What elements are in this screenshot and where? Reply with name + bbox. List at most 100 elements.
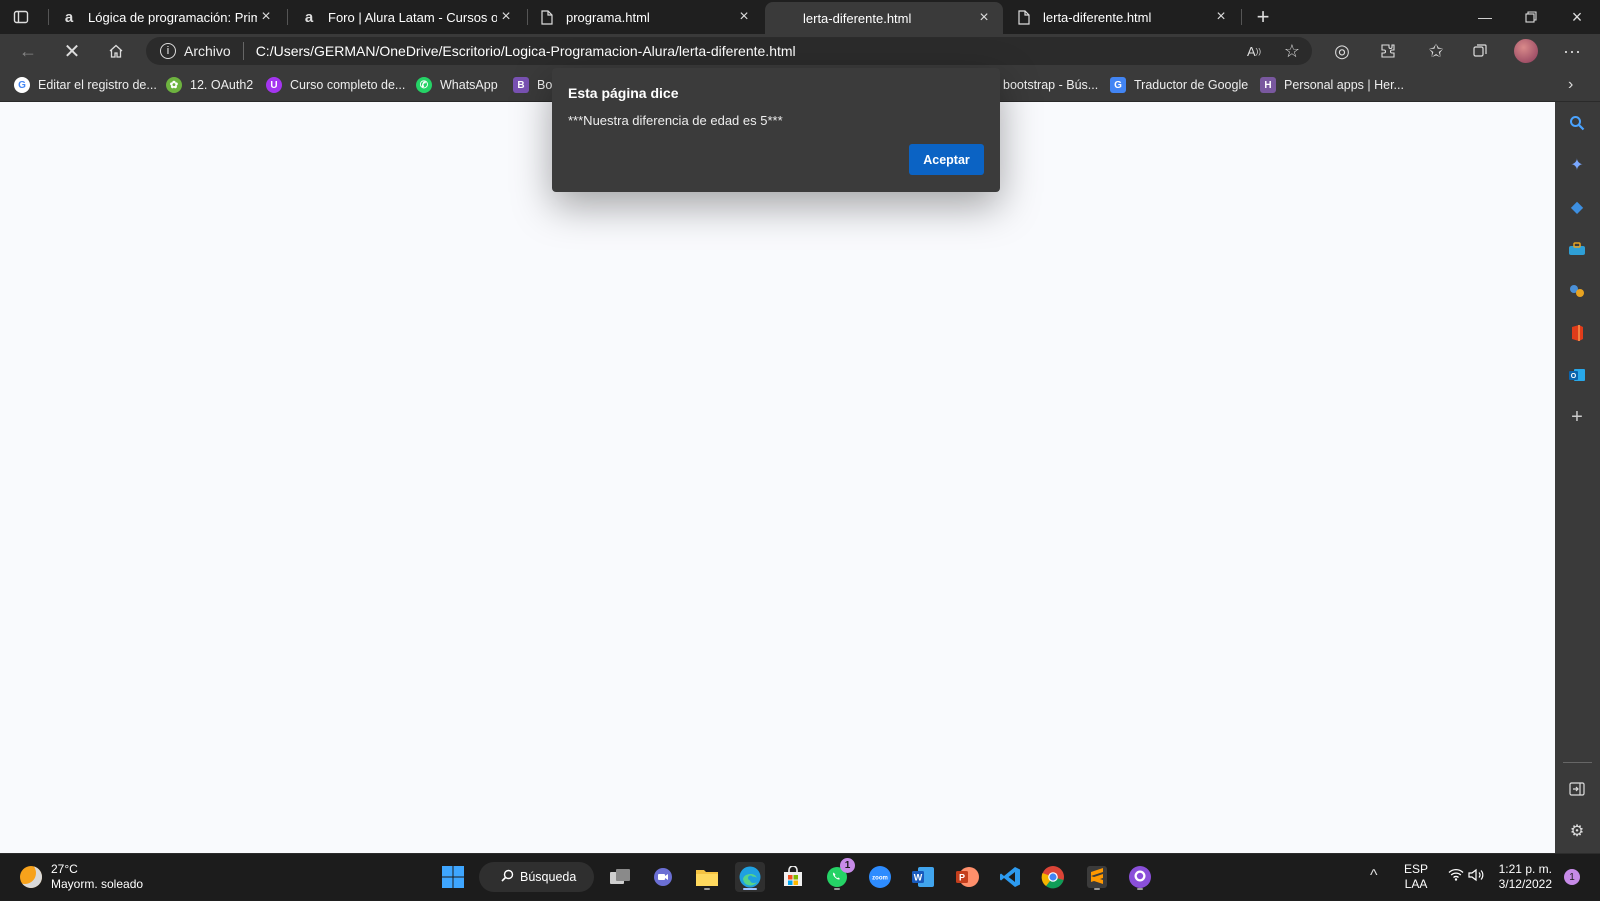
weather-sun-icon (20, 866, 42, 888)
settings-gear-icon[interactable]: ⚙ (1566, 820, 1588, 842)
extensions-icon[interactable] (1374, 38, 1402, 64)
tab-actions-icon[interactable] (10, 6, 32, 28)
clock[interactable]: 1:21 p. m. 3/12/2022 (1498, 862, 1552, 892)
stop-loading-icon[interactable]: ✕ (58, 38, 86, 64)
profile-avatar[interactable] (1514, 39, 1538, 63)
more-options-icon[interactable]: ··· (1558, 38, 1586, 64)
close-window-button[interactable]: × (1554, 0, 1600, 34)
sparkle-icon[interactable]: ✦ (1566, 154, 1588, 176)
home-icon[interactable] (102, 38, 130, 64)
taskbar-search-label: Búsqueda (520, 870, 577, 884)
address-url[interactable]: C:/Users/GERMAN/OneDrive/Escritorio/Logi… (256, 43, 796, 59)
edge-sidebar: ✦ ◆ O + ⚙ (1555, 102, 1600, 853)
language-code: ESP (1404, 862, 1429, 876)
file-icon (1015, 8, 1033, 26)
add-icon[interactable]: + (1566, 406, 1588, 428)
notification-center-badge[interactable]: 1 (1564, 869, 1580, 885)
address-divider (242, 42, 244, 60)
read-aloud-icon[interactable]: A)) (1240, 38, 1268, 64)
chevron-up-icon[interactable]: ^ (1370, 867, 1378, 885)
bookmark-personal-apps[interactable]: H Personal apps | Her... (1260, 76, 1404, 94)
close-icon[interactable]: × (735, 8, 753, 26)
tab-strip: a Lógica de programación: Primero × a Fo… (0, 0, 1600, 34)
tab-programa-html[interactable]: programa.html × (528, 0, 763, 34)
edge-browser-icon[interactable] (735, 862, 765, 892)
close-icon[interactable]: × (257, 8, 275, 26)
tab-lerta-diferente[interactable]: lerta-diferente.html × (1005, 0, 1240, 34)
bookmark-label: Bo (537, 78, 553, 92)
microsoft-store-icon[interactable] (778, 862, 808, 892)
whatsapp-taskbar-icon[interactable]: 1 (822, 858, 855, 892)
task-view-icon[interactable] (605, 862, 635, 892)
add-favorite-icon[interactable]: ☆ (1278, 38, 1306, 64)
tab-separator (1241, 9, 1242, 25)
volume-icon[interactable] (1468, 868, 1486, 885)
bookmark-bootstrap-busqueda[interactable]: bootstrap - Bús... (1003, 76, 1098, 94)
search-icon[interactable] (1566, 112, 1588, 134)
chrome-icon[interactable] (1038, 862, 1068, 892)
new-tab-button[interactable]: + (1250, 4, 1276, 30)
wifi-icon[interactable] (1448, 868, 1464, 884)
address-bar[interactable]: i Archivo C:/Users/GERMAN/OneDrive/Escri… (146, 37, 1312, 65)
github-desktop-icon[interactable] (1125, 862, 1155, 892)
taskbar: 27°C Mayorm. soleado Búsqueda 1 zoom W P… (0, 853, 1600, 900)
accept-button[interactable]: Aceptar (909, 144, 984, 175)
file-explorer-icon[interactable] (692, 862, 722, 892)
teams-chat-icon[interactable] (648, 862, 678, 892)
bookmark-curso-completo[interactable]: U Curso completo de... (266, 76, 405, 94)
tab-lerta-diferente-active[interactable]: lerta-diferente.html × (765, 2, 1003, 34)
system-tray: ^ ESP LAA 1:21 p. m. 3/12/2022 1 (1370, 854, 1600, 901)
hide-sidebar-icon[interactable] (1566, 778, 1588, 800)
tab-title: Lógica de programación: Primero (88, 9, 257, 25)
favorites-icon[interactable]: ✩ (1422, 38, 1450, 64)
bookmark-bootstrap[interactable]: B Bo (513, 76, 552, 94)
tools-icon[interactable] (1566, 238, 1588, 260)
sublime-text-icon[interactable] (1082, 862, 1112, 892)
chevron-right-icon[interactable]: › (1568, 76, 1573, 94)
clock-time: 1:21 p. m. (1498, 862, 1552, 876)
powerpoint-icon[interactable]: P (952, 862, 982, 892)
page-content (0, 102, 1555, 853)
dialog-message: ***Nuestra diferencia de edad es 5*** (568, 113, 783, 128)
bookmark-whatsapp[interactable]: ✆ WhatsApp (416, 76, 498, 94)
shopping-tag-icon[interactable]: ◆ (1566, 196, 1588, 218)
back-arrow-icon[interactable]: ← (14, 38, 42, 64)
weather-desc: Mayorm. soleado (51, 877, 144, 891)
zoom-icon[interactable]: zoom (865, 862, 895, 892)
games-icon[interactable] (1566, 280, 1588, 302)
bookmark-label: bootstrap - Bús... (1003, 78, 1099, 92)
bookmark-label: Personal apps | Her... (1284, 78, 1404, 92)
restore-button[interactable] (1508, 0, 1554, 34)
alert-dialog: Esta página dice ***Nuestra diferencia d… (552, 68, 1000, 192)
tab-title: Foro | Alura Latam - Cursos online (328, 9, 497, 25)
language-indicator[interactable]: ESP LAA (1404, 862, 1428, 892)
start-windows-icon[interactable] (438, 862, 468, 892)
weather-widget[interactable]: 27°C Mayorm. soleado (20, 862, 143, 892)
close-icon[interactable]: × (975, 9, 993, 27)
office-icon[interactable] (1566, 322, 1588, 344)
outlook-icon[interactable]: O (1566, 364, 1588, 386)
bookmark-oauth2[interactable]: ✿ 12. OAuth2 (166, 76, 253, 94)
close-icon[interactable]: × (1212, 8, 1230, 26)
minimize-button[interactable]: — (1462, 0, 1508, 34)
running-indicator (743, 888, 757, 890)
search-icon (501, 869, 514, 885)
vscode-icon[interactable] (995, 862, 1025, 892)
close-icon[interactable]: × (497, 8, 515, 26)
tab-foro-alura[interactable]: a Foro | Alura Latam - Cursos online × (290, 0, 525, 34)
collections-icon[interactable] (1466, 38, 1494, 64)
bookmark-traductor-google[interactable]: G Traductor de Google (1110, 76, 1248, 94)
running-indicator (704, 888, 710, 890)
svg-text:W: W (914, 873, 923, 883)
tab-logica-programacion[interactable]: a Lógica de programación: Primero × (50, 0, 285, 34)
taskbar-search[interactable]: Búsqueda (479, 862, 594, 892)
running-indicator (1094, 888, 1100, 890)
browser-essentials-icon[interactable]: ◎ (1328, 38, 1356, 64)
navigation-toolbar: ← ✕ i Archivo C:/Users/GERMAN/OneDrive/E… (0, 34, 1600, 68)
bookmark-editar-registro[interactable]: G Editar el registro de... (14, 76, 157, 94)
tab-title: lerta-diferente.html (1043, 9, 1152, 25)
running-indicator (1137, 888, 1143, 890)
sidebar-divider (1563, 762, 1592, 763)
info-icon[interactable]: i (160, 43, 176, 59)
word-icon[interactable]: W (908, 862, 938, 892)
